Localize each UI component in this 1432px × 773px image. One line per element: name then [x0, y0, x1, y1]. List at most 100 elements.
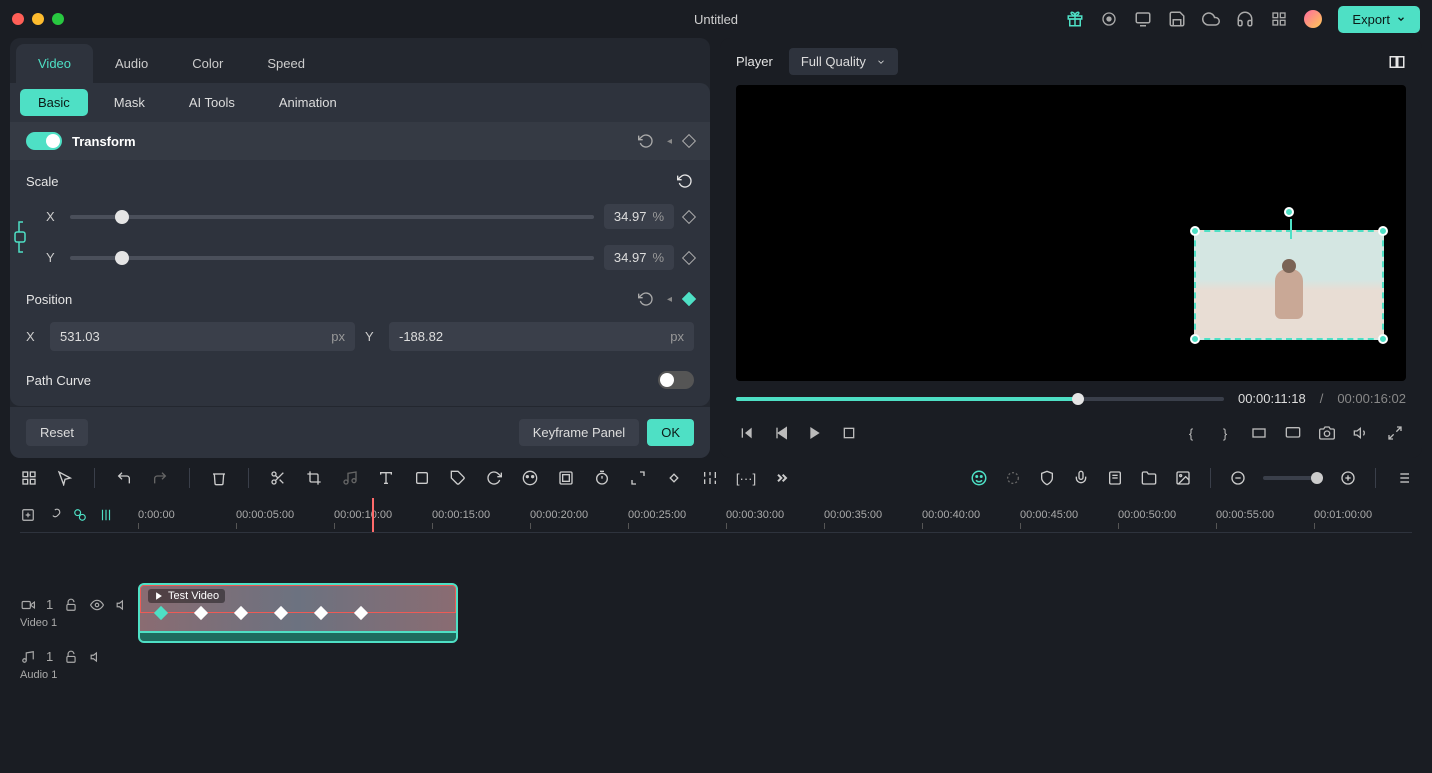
transform-toggle[interactable]: [26, 132, 62, 150]
undo-icon[interactable]: [115, 469, 133, 487]
redo-icon[interactable]: [151, 469, 169, 487]
keyframe-marker[interactable]: [274, 606, 288, 620]
resize-handle-tr[interactable]: [1378, 226, 1388, 236]
snapshot-icon[interactable]: [1316, 422, 1338, 444]
audio-track-lock-icon[interactable]: [63, 649, 79, 665]
track-eye-icon[interactable]: [89, 597, 105, 613]
resize-handle-br[interactable]: [1378, 334, 1388, 344]
mic-icon[interactable]: [1072, 469, 1090, 487]
delete-icon[interactable]: [210, 469, 228, 487]
notes-icon[interactable]: [1106, 469, 1124, 487]
preview-viewport[interactable]: [736, 85, 1406, 381]
link-tracks-icon[interactable]: [46, 507, 62, 523]
pos-x-input[interactable]: 531.03px: [50, 322, 355, 351]
playhead[interactable]: [372, 498, 374, 532]
maximize-window-button[interactable]: [52, 13, 64, 25]
position-keyframe-diamond[interactable]: [682, 292, 696, 306]
transform-keyframe-diamond[interactable]: [682, 134, 696, 148]
scale-y-input[interactable]: 34.97%: [604, 245, 674, 270]
subtab-ai-tools[interactable]: AI Tools: [171, 89, 253, 116]
keyframe-tool-icon[interactable]: [665, 469, 683, 487]
keyframe-marker[interactable]: [314, 606, 328, 620]
group-icon[interactable]: [557, 469, 575, 487]
tag-icon[interactable]: [449, 469, 467, 487]
stop-button[interactable]: [838, 422, 860, 444]
target-icon[interactable]: [1004, 469, 1022, 487]
track-mute-icon[interactable]: [115, 597, 131, 613]
expand-tool-icon[interactable]: [629, 469, 647, 487]
scale-lock-icon[interactable]: [10, 196, 30, 278]
audio-track-mute-icon[interactable]: [89, 649, 105, 665]
keyframe-marker[interactable]: [354, 606, 368, 620]
keyframe-marker[interactable]: [234, 606, 248, 620]
refresh-tool-icon[interactable]: [485, 469, 503, 487]
scale-x-slider[interactable]: [70, 215, 594, 219]
more-tools-icon[interactable]: [773, 469, 791, 487]
rotate-handle[interactable]: [1284, 207, 1294, 217]
list-view-icon[interactable]: [1394, 469, 1412, 487]
position-reset-icon[interactable]: [637, 290, 655, 308]
tab-audio[interactable]: Audio: [93, 44, 170, 83]
cloud-icon[interactable]: [1202, 10, 1220, 28]
headphones-icon[interactable]: [1236, 10, 1254, 28]
progress-track[interactable]: [736, 397, 1224, 401]
pos-y-input[interactable]: -188.82px: [389, 322, 694, 351]
save-icon[interactable]: [1168, 10, 1186, 28]
track-lock-icon[interactable]: [63, 597, 79, 613]
scale-reset-icon[interactable]: [676, 172, 694, 190]
audio-track-body[interactable]: [138, 643, 1412, 686]
in-point-icon[interactable]: {: [1180, 422, 1202, 444]
monitor-icon[interactable]: [1134, 10, 1152, 28]
gift-icon[interactable]: [1066, 10, 1084, 28]
subtab-animation[interactable]: Animation: [261, 89, 355, 116]
subtab-mask[interactable]: Mask: [96, 89, 163, 116]
zoom-slider[interactable]: [1263, 476, 1323, 480]
timeline-clip[interactable]: Test Video: [138, 583, 458, 643]
shield-icon[interactable]: [1038, 469, 1056, 487]
ratio-icon[interactable]: [1248, 422, 1270, 444]
pointer-icon[interactable]: [56, 469, 74, 487]
keyframe-marker[interactable]: [194, 606, 208, 620]
scale-y-keyframe[interactable]: [682, 250, 696, 264]
resize-handle-tl[interactable]: [1190, 226, 1200, 236]
timer-icon[interactable]: [593, 469, 611, 487]
compare-view-icon[interactable]: [1388, 53, 1406, 71]
progress-thumb[interactable]: [1072, 393, 1084, 405]
frame-icon[interactable]: [413, 469, 431, 487]
sliders-icon[interactable]: [701, 469, 719, 487]
reset-button[interactable]: Reset: [26, 419, 88, 446]
reset-icon[interactable]: [637, 132, 655, 150]
quality-dropdown[interactable]: Full Quality: [789, 48, 898, 75]
out-point-icon[interactable]: }: [1214, 422, 1236, 444]
play-button[interactable]: [804, 422, 826, 444]
brackets-icon[interactable]: [···]: [737, 469, 755, 487]
ruler-scale[interactable]: 0:00:00 00:00:05:00 00:00:10:00 00:00:15…: [138, 498, 1412, 532]
step-back-button[interactable]: [770, 422, 792, 444]
text-icon[interactable]: [377, 469, 395, 487]
zoom-in-icon[interactable]: [1339, 469, 1357, 487]
selected-clip-overlay[interactable]: [1194, 230, 1384, 340]
music-icon[interactable]: [341, 469, 359, 487]
subtab-basic[interactable]: Basic: [20, 89, 88, 116]
record-icon[interactable]: [1100, 10, 1118, 28]
apps-icon[interactable]: [1270, 10, 1288, 28]
tab-speed[interactable]: Speed: [245, 44, 327, 83]
resize-handle-bl[interactable]: [1190, 334, 1200, 344]
close-window-button[interactable]: [12, 13, 24, 25]
scale-y-slider[interactable]: [70, 256, 594, 260]
tab-video[interactable]: Video: [16, 44, 93, 83]
path-curve-toggle[interactable]: [658, 371, 694, 389]
keyframe-marker[interactable]: [154, 606, 168, 620]
keyframe-panel-button[interactable]: Keyframe Panel: [519, 419, 640, 446]
export-button[interactable]: Export: [1338, 6, 1420, 33]
prev-frame-button[interactable]: [736, 422, 758, 444]
ai-assist-icon[interactable]: [970, 469, 988, 487]
fullscreen-icon[interactable]: [1384, 422, 1406, 444]
ok-button[interactable]: OK: [647, 419, 694, 446]
minimize-window-button[interactable]: [32, 13, 44, 25]
grid-icon[interactable]: [20, 469, 38, 487]
screen-icon[interactable]: [1282, 422, 1304, 444]
scale-x-keyframe[interactable]: [682, 209, 696, 223]
volume-icon[interactable]: [1350, 422, 1372, 444]
palette-icon[interactable]: [521, 469, 539, 487]
